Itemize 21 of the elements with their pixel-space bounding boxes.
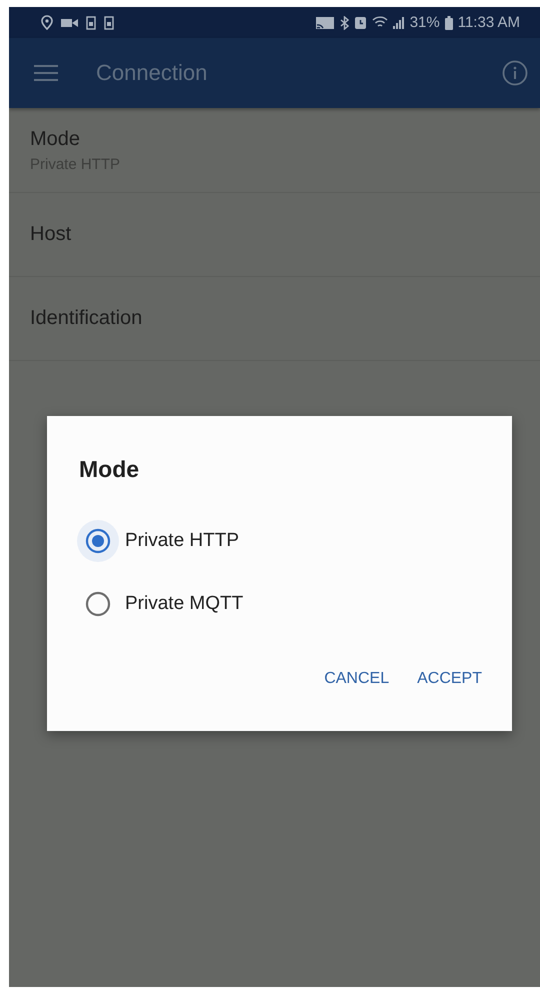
dialog-button[interactable]: CANCEL [316,662,398,696]
sd-card-icon [104,16,114,30]
radio-selected-icon[interactable] [76,519,120,563]
battery-icon [444,16,453,30]
dialog-title: Mode [79,456,140,483]
alarm-icon [354,16,367,30]
video-camera-icon [61,18,78,28]
dialog-button[interactable]: ACCEPT [409,662,490,696]
app-bar-title: Connection [96,60,208,86]
radio-option-label[interactable]: Private MQTT [125,593,244,615]
clock-time: 11:33 AM [458,14,520,31]
wifi-icon [372,16,388,29]
bluetooth-icon [340,16,349,30]
battery-percentage: 31% [410,14,440,31]
sd-card-icon [86,16,96,30]
info-icon[interactable] [502,60,528,86]
cast-icon [314,16,335,30]
menu-icon[interactable] [34,65,58,81]
radio-option-label[interactable]: Private HTTP [125,530,240,552]
location-pin-icon [41,15,53,30]
signal-icon [392,16,405,29]
